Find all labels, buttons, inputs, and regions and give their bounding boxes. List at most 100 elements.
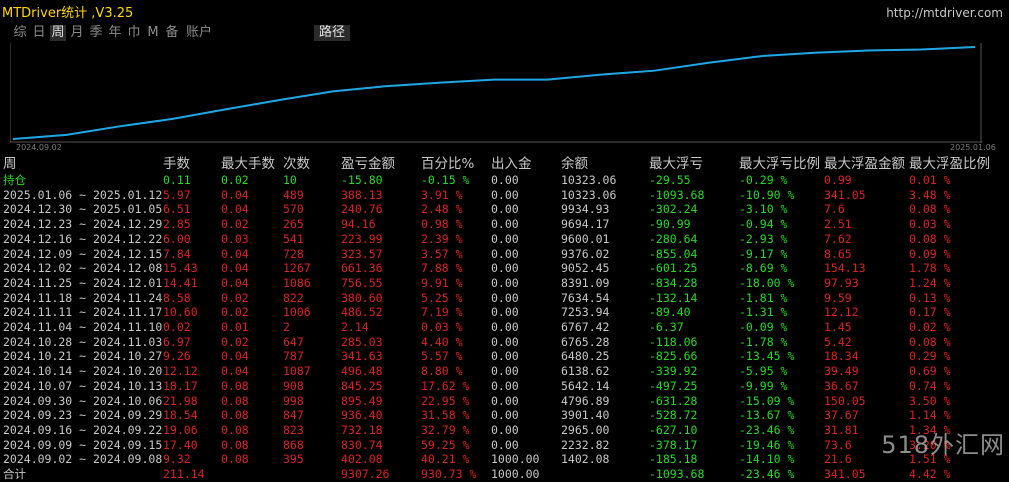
table-cell: 3901.40 bbox=[561, 408, 610, 423]
table-cell: -627.10 bbox=[649, 422, 698, 437]
table-cell: 5642.14 bbox=[561, 378, 610, 393]
table-cell: 2024.09.23 ~ 2024.09.29 bbox=[3, 408, 163, 423]
table-cell: 285.03 bbox=[341, 334, 383, 349]
table-row: 2024.11.25 ~ 2024.12.01 14.41 0.04 1086 756.… bbox=[3, 276, 990, 291]
table-cell: 9.32 bbox=[163, 452, 191, 467]
table-cell: -1.78 % bbox=[739, 334, 788, 349]
column-header[interactable]: 余额 bbox=[561, 156, 649, 173]
table-cell: 0.02 bbox=[221, 173, 249, 187]
table-cell: 0.09 % bbox=[909, 246, 951, 261]
table-row: 2024.09.02 ~ 2024.09.08 9.32 0.08 395 402.08… bbox=[3, 452, 990, 467]
table-cell: 223.99 bbox=[341, 231, 383, 246]
table-cell: 0.00 bbox=[491, 217, 519, 232]
table-cell bbox=[283, 467, 341, 482]
tab-9[interactable]: 账户 bbox=[183, 25, 215, 41]
website-link[interactable]: http://mtdriver.com bbox=[886, 6, 1003, 20]
table-cell: 9600.01 bbox=[561, 231, 610, 246]
table-cell: 36.67 bbox=[824, 378, 859, 393]
table-cell: 0.08 % bbox=[909, 231, 951, 246]
table-cell: 3.57 % bbox=[421, 246, 463, 261]
table-cell: 2024.12.16 ~ 2024.12.22 bbox=[3, 231, 163, 246]
column-header[interactable]: 盈亏金额 bbox=[341, 156, 421, 173]
table-cell: 0.04 bbox=[221, 349, 249, 364]
table-cell: 0.08 bbox=[221, 422, 249, 437]
table-cell: 9307.26 bbox=[341, 467, 390, 482]
table-cell: 0.98 % bbox=[421, 217, 463, 232]
table-cell: 0.04 bbox=[221, 364, 249, 379]
tab-1[interactable]: 日 bbox=[31, 25, 47, 41]
table-cell: 0.08 bbox=[221, 437, 249, 452]
column-header[interactable]: 最大浮亏比例 bbox=[739, 156, 824, 173]
table-cell: 7634.54 bbox=[561, 290, 610, 305]
table-cell bbox=[221, 467, 283, 482]
table-cell: -19.46 % bbox=[739, 437, 795, 452]
table-row: 2024.10.14 ~ 2024.10.20 12.12 0.04 1087 496.… bbox=[3, 364, 990, 379]
table-cell: 2.48 % bbox=[421, 202, 463, 217]
table-cell: 0.00 bbox=[491, 393, 519, 408]
table-cell: 10323.06 bbox=[561, 187, 617, 202]
tab-5[interactable]: 年 bbox=[107, 25, 123, 41]
table-cell: 323.57 bbox=[341, 246, 383, 261]
table-cell: -0.15 % bbox=[421, 173, 470, 187]
table-row: 2024.12.30 ~ 2025.01.05 6.51 0.04 570 240.76… bbox=[3, 202, 990, 217]
tab-4[interactable]: 季 bbox=[88, 25, 104, 41]
tab-2[interactable]: 周 bbox=[50, 25, 66, 41]
column-header[interactable]: 周 bbox=[3, 156, 163, 173]
table-cell: 4.40 % bbox=[421, 334, 463, 349]
tab-8[interactable]: 备 bbox=[164, 25, 180, 41]
table-cell: 2.85 bbox=[163, 217, 191, 232]
table-cell: 17.62 % bbox=[421, 378, 470, 393]
table-cell: 15.43 bbox=[163, 261, 198, 276]
table-cell: -339.92 bbox=[649, 364, 698, 379]
app-title: MTDriver统计 ,V3.25 bbox=[2, 6, 134, 21]
column-header[interactable]: 最大手数 bbox=[221, 156, 283, 173]
column-header[interactable]: 最大浮盈金额 bbox=[824, 156, 909, 173]
table-cell: 32.79 % bbox=[421, 422, 470, 437]
table-cell: -855.04 bbox=[649, 246, 698, 261]
table-cell: 21.98 bbox=[163, 393, 198, 408]
table-cell: 9.26 bbox=[163, 349, 191, 364]
table-cell: 5.25 % bbox=[421, 290, 463, 305]
column-header[interactable]: 最大浮盈比例 bbox=[909, 156, 990, 173]
table-cell: 22.95 % bbox=[421, 393, 470, 408]
table-cell: -6.37 bbox=[649, 320, 684, 335]
table-cell: -280.64 bbox=[649, 231, 698, 246]
table-cell: 732.18 bbox=[341, 422, 383, 437]
table-cell: 847 bbox=[283, 408, 304, 423]
table-cell: 1000.00 bbox=[491, 467, 540, 482]
table-cell: -631.28 bbox=[649, 393, 698, 408]
watermark-logo: 518外汇网 bbox=[881, 431, 1005, 459]
table-row: 2024.09.30 ~ 2024.10.06 21.98 0.08 998 895.4… bbox=[3, 394, 990, 409]
table-cell: 541 bbox=[283, 231, 304, 246]
period-tabs: 综日周月季年巾 M 备账户 路径 bbox=[12, 25, 350, 41]
table-cell: 150.05 bbox=[824, 393, 866, 408]
table-cell: 9376.02 bbox=[561, 246, 610, 261]
table-cell: -834.28 bbox=[649, 275, 698, 290]
tab-7[interactable]: M bbox=[145, 25, 161, 41]
table-cell: 0.02 bbox=[221, 334, 249, 349]
table-cell: -118.06 bbox=[649, 334, 698, 349]
chart-end-date: 2025.01.06 bbox=[950, 143, 996, 152]
column-header[interactable]: 次数 bbox=[283, 156, 341, 173]
table-cell: 6765.28 bbox=[561, 334, 610, 349]
column-header[interactable]: 手数 bbox=[163, 156, 221, 173]
tab-3[interactable]: 月 bbox=[69, 25, 85, 41]
table-cell: 341.05 bbox=[824, 187, 866, 202]
column-header[interactable]: 百分比% bbox=[421, 156, 491, 173]
table-cell: 998 bbox=[283, 393, 304, 408]
table-cell: 0.69 % bbox=[909, 364, 951, 379]
table-cell: -8.69 % bbox=[739, 261, 788, 276]
tab-0[interactable]: 综 bbox=[12, 25, 28, 41]
table-cell: -90.99 bbox=[649, 217, 691, 232]
column-header[interactable]: 最大浮亏 bbox=[649, 156, 739, 173]
table-cell: 0.00 bbox=[491, 422, 519, 437]
holding-row: 持仓 0.11 0.02 10 -15.80 -0.15 % 0.00 10323.06 -29… bbox=[3, 173, 990, 188]
table-cell: 6767.42 bbox=[561, 320, 610, 335]
table-cell: -528.72 bbox=[649, 408, 698, 423]
tab-path[interactable]: 路径 bbox=[314, 25, 350, 41]
column-header[interactable]: 出入金 bbox=[491, 156, 561, 173]
tab-6[interactable]: 巾 bbox=[126, 25, 142, 41]
table-cell: -10.90 % bbox=[739, 187, 795, 202]
table-cell: 12.12 bbox=[824, 305, 859, 320]
table-row: 2024.12.16 ~ 2024.12.22 6.00 0.03 541 223.99… bbox=[3, 232, 990, 247]
